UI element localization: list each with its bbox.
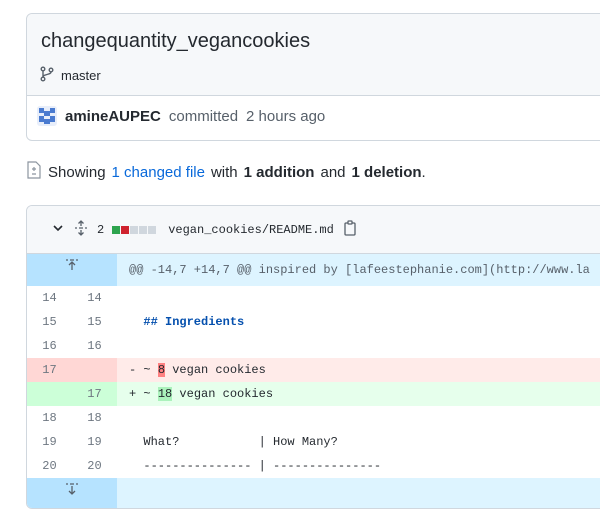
old-line-number[interactable]: 16 (27, 334, 72, 358)
expand-down-button[interactable] (27, 478, 117, 508)
diff-line: 16 16 (27, 334, 600, 358)
new-line-number[interactable]: 20 (72, 454, 117, 478)
summary-and: and (320, 163, 346, 181)
expand-down-icon (64, 478, 80, 508)
new-line-number[interactable]: 16 (72, 334, 117, 358)
hunk-header-text: @@ -14,7 +14,7 @@ inspired by [lafeestep… (129, 263, 590, 277)
diff-line: 20 20 --------------- | --------------- (27, 454, 600, 478)
old-line-number[interactable]: 15 (27, 310, 72, 334)
diffstat-add-block (112, 225, 121, 234)
new-line-number[interactable]: 17 (72, 382, 117, 406)
commit-header-box: changequantity_vegancookies master amine… (26, 13, 600, 141)
diff-line: 14 14 (27, 286, 600, 310)
summary-end: . (421, 163, 426, 181)
old-line-number[interactable]: 17 (27, 358, 72, 382)
hunk-footer-text (117, 478, 600, 508)
deletions-count: 1 deletion (351, 163, 422, 181)
line-code: --------------- | --------------- (129, 459, 382, 473)
file-diff: 2 vegan_cookies/README.md @@ -14,7 +14,7… (26, 205, 600, 509)
summary-prefix: Showing (48, 163, 106, 181)
line-code: ## Ingredients (129, 315, 245, 329)
line-prefix: + ~ (129, 387, 158, 401)
new-line-number[interactable]: 19 (72, 430, 117, 454)
copy-icon[interactable] (342, 220, 358, 239)
line-suffix: vegan cookies (165, 363, 266, 377)
commit-title: changequantity_vegancookies (41, 30, 311, 52)
branch-indicator[interactable]: master (39, 66, 101, 85)
commit-author[interactable]: amineAUPEC (65, 108, 161, 125)
added-line: 17 + ~ 18 vegan cookies (27, 382, 600, 406)
old-line-number[interactable]: 19 (27, 430, 72, 454)
old-line-number[interactable]: 14 (27, 286, 72, 310)
expand-up-icon (64, 254, 80, 286)
diff-line: 15 15 ## Ingredients (27, 310, 600, 334)
additions-count: 1 addition (243, 163, 315, 181)
line-code: + ~ 18 vegan cookies (117, 382, 600, 406)
old-line-number[interactable]: 18 (27, 406, 72, 430)
unfold-icon[interactable] (73, 220, 89, 239)
line-code: - ~ 8 vegan cookies (117, 358, 600, 382)
chevron-down-icon[interactable] (51, 221, 65, 238)
commit-time[interactable]: 2 hours ago (246, 108, 325, 125)
diffstat-neutral-block (139, 225, 148, 234)
line-prefix: - ~ (129, 363, 158, 377)
branch-name: master (61, 68, 101, 83)
line-code: What? | How Many? (129, 435, 338, 449)
expand-up-button[interactable] (27, 254, 117, 286)
new-line-number[interactable]: 15 (72, 310, 117, 334)
new-line-number[interactable]: 18 (72, 406, 117, 430)
old-line-number[interactable]: 20 (27, 454, 72, 478)
added-word: 18 (157, 387, 173, 401)
diff-summary: Showing 1 changed file with 1 addition a… (26, 161, 426, 183)
deleted-line: 17 - ~ 8 vegan cookies (27, 358, 600, 382)
new-line-number[interactable]: 14 (72, 286, 117, 310)
git-branch-icon (39, 66, 55, 85)
diffstat-neutral-block (130, 225, 139, 234)
diffstat-neutral-block (148, 225, 157, 234)
file-diff-icon (26, 161, 42, 183)
changed-files-link[interactable]: 1 changed file (112, 164, 205, 181)
commit-action: committed (168, 107, 239, 125)
old-line-number[interactable] (27, 382, 72, 406)
new-line-number[interactable] (72, 358, 117, 382)
diff-line: 18 18 (27, 406, 600, 430)
deleted-word: 8 (157, 363, 166, 377)
commit-header: changequantity_vegancookies master (27, 14, 600, 96)
summary-with: with (210, 163, 238, 181)
diffstat-del-block (121, 225, 130, 234)
file-header: 2 vegan_cookies/README.md (27, 206, 600, 254)
hunk-header-row: @@ -14,7 +14,7 @@ inspired by [lafeestep… (27, 254, 600, 286)
hunk-footer-row (27, 478, 600, 508)
avatar[interactable] (37, 106, 57, 126)
diffstat-blocks (112, 225, 157, 234)
line-suffix: vegan cookies (172, 387, 274, 401)
diff-line: 19 19 What? | How Many? (27, 430, 600, 454)
commit-meta: amineAUPEC committed 2 hours ago (37, 106, 325, 126)
file-path[interactable]: vegan_cookies/README.md (168, 223, 334, 237)
change-count: 2 (97, 222, 105, 237)
